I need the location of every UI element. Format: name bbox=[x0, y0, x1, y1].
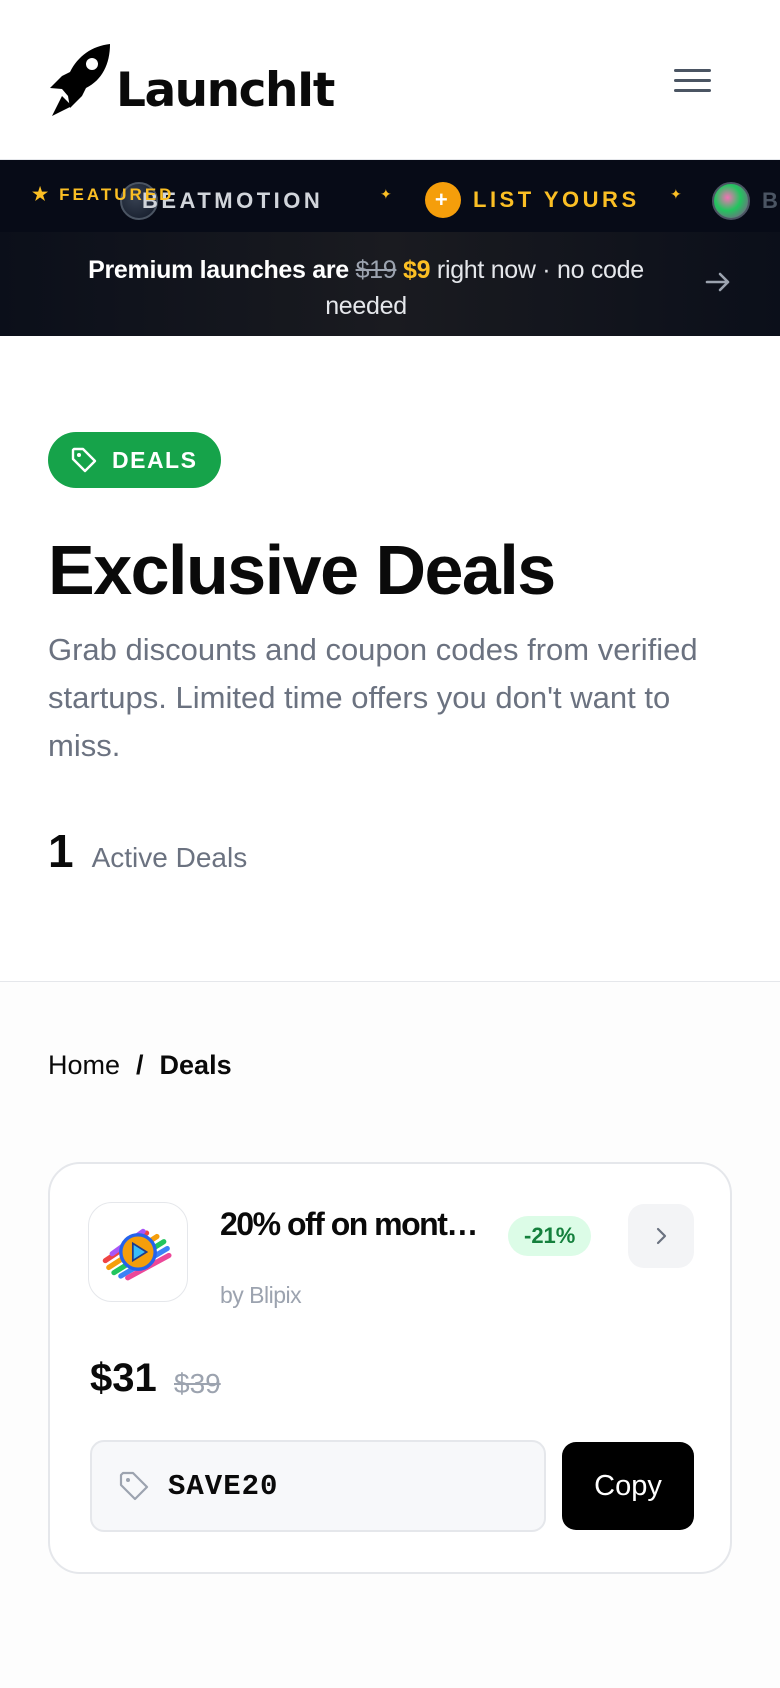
tag-icon bbox=[71, 447, 97, 473]
coupon-code: SAVE20 bbox=[168, 1469, 279, 1503]
deals-badge: DEALS bbox=[48, 432, 222, 488]
breadcrumb-current: Deals bbox=[159, 1050, 232, 1080]
brand-name: LaunchIt bbox=[116, 63, 335, 118]
coupon-code-box[interactable]: SAVE20 bbox=[90, 1440, 546, 1532]
deal-title[interactable]: 20% off on monthly plan bbox=[220, 1206, 488, 1243]
featured-ticker: BEATMOTION ★ FEATURED ✦ + LIST YOURS ✦ B bbox=[0, 160, 780, 232]
product-logo-icon bbox=[712, 182, 750, 220]
copy-code-button[interactable]: Copy bbox=[562, 1442, 694, 1530]
featured-label-text: FEATURED bbox=[59, 184, 175, 204]
breadcrumb-home[interactable]: Home bbox=[48, 1050, 120, 1081]
chevron-right-icon bbox=[656, 1227, 667, 1245]
blipix-logo bbox=[88, 1202, 188, 1302]
star-icon: ★ bbox=[32, 184, 52, 204]
breadcrumb: Home / Deals bbox=[48, 1050, 232, 1081]
open-deal-button[interactable] bbox=[628, 1204, 694, 1268]
discount-badge: -21% bbox=[508, 1216, 592, 1256]
play-logo-icon bbox=[102, 1228, 172, 1281]
active-deals-stat: 1 Active Deals bbox=[48, 824, 247, 878]
hero-section: DEALS Exclusive Deals Grab discounts and… bbox=[0, 336, 780, 982]
hamburger-menu-icon[interactable] bbox=[668, 62, 716, 98]
plus-icon: + bbox=[425, 182, 461, 218]
brand-logo[interactable]: LaunchIt bbox=[48, 42, 335, 118]
deal-company: by Blipix bbox=[220, 1282, 302, 1308]
page-title: Exclusive Deals bbox=[48, 531, 556, 609]
breadcrumb-separator: / bbox=[136, 1050, 144, 1080]
active-deals-label: Active Deals bbox=[91, 842, 248, 873]
promo-old-price: $19 bbox=[355, 256, 397, 284]
promo-text: Premium launches are $19 $9 right now · … bbox=[60, 252, 672, 324]
premium-promo[interactable]: Premium launches are $19 $9 right now · … bbox=[0, 232, 780, 336]
ticker-item-label: B bbox=[762, 188, 780, 213]
rocket-icon bbox=[50, 44, 110, 116]
deal-original-price: $39 bbox=[174, 1368, 221, 1399]
deals-badge-label: DEALS bbox=[112, 446, 198, 473]
sparkle-separator-icon: ✦ bbox=[380, 186, 392, 202]
deal-card[interactable]: 20% off on monthly plan -21% by Blipix $… bbox=[48, 1162, 732, 1574]
arrow-right-icon[interactable] bbox=[702, 266, 734, 298]
featured-label: ★ FEATURED bbox=[32, 184, 174, 205]
promo-lead: Premium launches are bbox=[88, 256, 349, 284]
page-subtitle: Grab discounts and coupon codes from ver… bbox=[48, 632, 698, 763]
sparkle-separator-icon: ✦ bbox=[670, 186, 682, 202]
ticker-item-list-yours[interactable]: + LIST YOURS bbox=[425, 182, 640, 218]
active-deals-count: 1 bbox=[48, 825, 74, 877]
promo-new-price: $9 bbox=[403, 256, 431, 284]
promo-banner: BEATMOTION ★ FEATURED ✦ + LIST YOURS ✦ B… bbox=[0, 160, 780, 336]
deal-price: $31 bbox=[90, 1356, 157, 1400]
site-header: LaunchIt bbox=[0, 0, 780, 160]
ticker-item-label: LIST YOURS bbox=[473, 187, 640, 212]
tag-icon bbox=[119, 1471, 149, 1501]
ticker-item-next[interactable]: B bbox=[712, 182, 780, 220]
